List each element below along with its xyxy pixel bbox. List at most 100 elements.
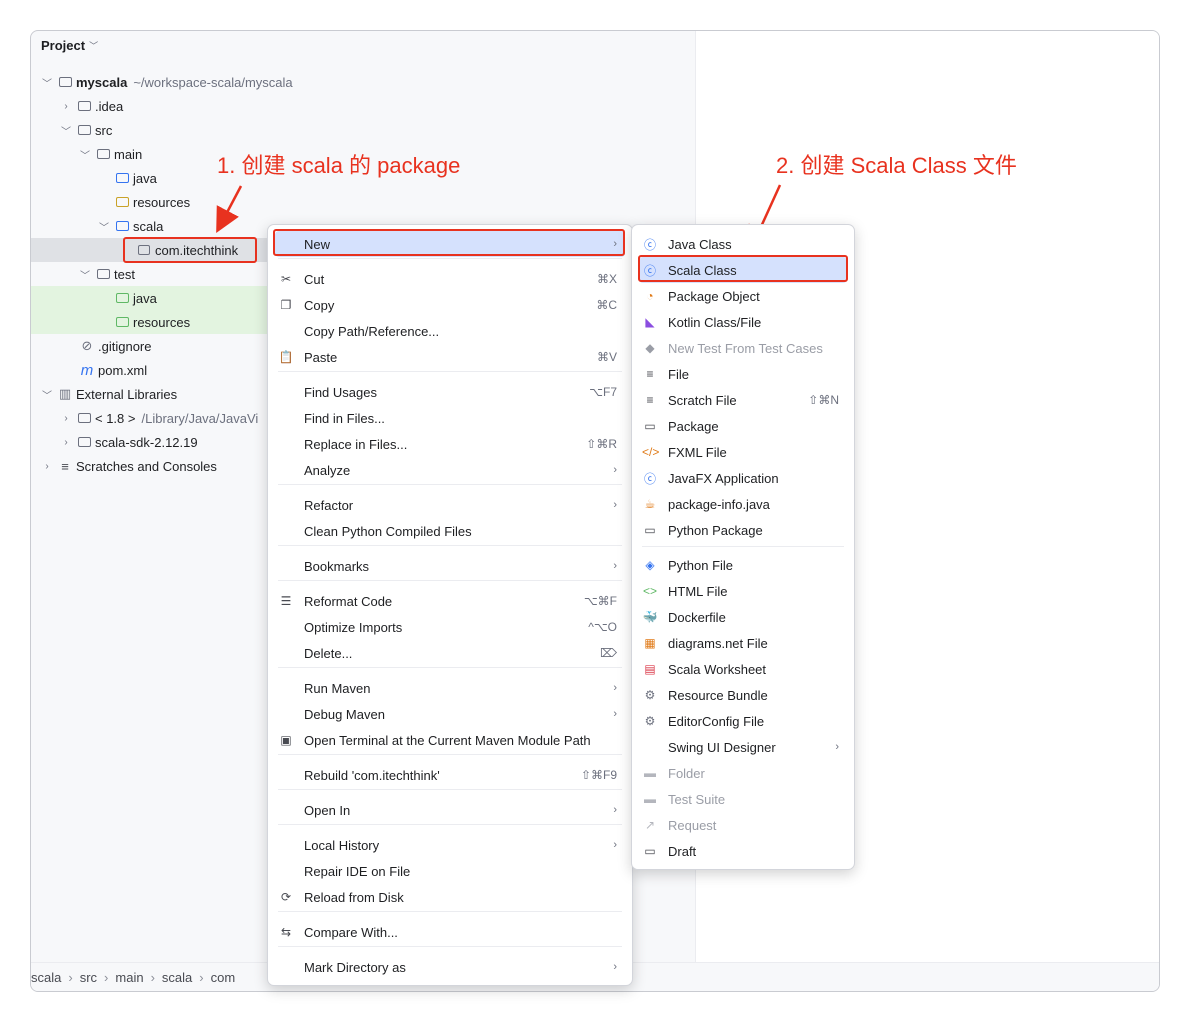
menu-item-label: Analyze xyxy=(304,462,351,478)
menu-item-bookmarks[interactable]: Bookmarks › xyxy=(275,553,625,579)
menu-separator xyxy=(278,371,622,372)
menu-item-copy[interactable]: ❐ Copy ⌘C xyxy=(275,292,625,318)
copy-icon: ❐ xyxy=(280,298,292,312)
fxml-file-icon: </> xyxy=(642,445,660,459)
submenu-item-label: diagrams.net File xyxy=(668,635,768,651)
submenu-item-package-object[interactable]: ◔ Package Object xyxy=(639,283,847,309)
submenu-item-label: Folder xyxy=(668,765,705,781)
submenu-item-html-file[interactable]: <> HTML File xyxy=(639,578,847,604)
submenu-item-label: Python Package xyxy=(668,522,763,538)
menu-item-rebuild-com-itechthink[interactable]: Rebuild 'com.itechthink' ⇧⌘F9 xyxy=(275,762,625,788)
submenu-item-dockerfile[interactable]: 🐳 Dockerfile xyxy=(639,604,847,630)
menu-item-open-in[interactable]: Open In › xyxy=(275,797,625,823)
menu-item-label: Open Terminal at the Current Maven Modul… xyxy=(304,732,591,748)
submenu-item-diagrams-net-file[interactable]: ▦ diagrams.net File xyxy=(639,630,847,656)
shortcut-label: ⌥F7 xyxy=(589,385,617,399)
menu-item-label: Mark Directory as xyxy=(304,959,406,975)
submenu-item-label: Package Object xyxy=(668,288,760,304)
menu-item-compare-with[interactable]: ⇆ Compare With... xyxy=(275,919,625,945)
editorconfig-file-icon: ⚙ xyxy=(644,714,656,728)
menu-item-reload-from-disk[interactable]: ⟳ Reload from Disk xyxy=(275,884,625,910)
submenu-item-package-info-java[interactable]: ☕ package-info.java xyxy=(639,491,847,517)
new-test-from-test-cases-icon: ◆ xyxy=(645,341,655,355)
menu-item-delete[interactable]: Delete... ⌦ xyxy=(275,640,625,666)
python-file-icon: ◈ xyxy=(645,558,655,572)
submenu-item-resource-bundle[interactable]: ⚙ Resource Bundle xyxy=(639,682,847,708)
submenu-item-python-file[interactable]: ◈ Python File xyxy=(639,552,847,578)
submenu-item-label: Draft xyxy=(668,843,697,859)
submenu-item-javafx-application[interactable]: ⓒ JavaFX Application xyxy=(639,465,847,491)
menu-item-optimize-imports[interactable]: Optimize Imports ^⌥O xyxy=(275,614,625,640)
menu-item-cut[interactable]: ✂ Cut ⌘X xyxy=(275,266,625,292)
submenu-item-java-class[interactable]: ⓒ Java Class xyxy=(639,231,847,257)
menu-item-paste[interactable]: 📋 Paste ⌘V xyxy=(275,344,625,370)
submenu-item-label: Java Class xyxy=(668,236,732,252)
shortcut-label: ⇧⌘N xyxy=(808,393,839,407)
menu-item-run-maven[interactable]: Run Maven › xyxy=(275,675,625,701)
menu-separator xyxy=(278,484,622,485)
menu-item-label: Compare With... xyxy=(304,924,398,940)
javafx-application-icon: ⓒ xyxy=(643,471,656,486)
menu-item-label: Find Usages xyxy=(304,384,377,400)
menu-item-analyze[interactable]: Analyze › xyxy=(275,457,625,483)
menu-item-find-usages[interactable]: Find Usages ⌥F7 xyxy=(275,379,625,405)
menu-item-label: Reformat Code xyxy=(304,593,393,609)
menu-separator xyxy=(278,545,622,546)
menu-item-copy-path-reference[interactable]: Copy Path/Reference... xyxy=(275,318,625,344)
shortcut-label: ⇧⌘R xyxy=(586,437,617,451)
menu-item-label: Copy xyxy=(304,297,335,313)
submenu-item-label: Test Suite xyxy=(668,791,726,807)
menu-item-open-terminal-at-the-current-maven-module-path[interactable]: ▣ Open Terminal at the Current Maven Modu… xyxy=(275,727,625,753)
submenu-item-package[interactable]: ▭ Package xyxy=(639,413,847,439)
menu-item-find-in-files[interactable]: Find in Files... xyxy=(275,405,625,431)
submenu-item-label: Package xyxy=(668,418,719,434)
test-suite-icon: ▬ xyxy=(644,792,656,806)
highlight-box-scala-class xyxy=(638,255,848,282)
menu-item-reformat-code[interactable]: ☰ Reformat Code ⌥⌘F xyxy=(275,588,625,614)
submenu-item-test-suite: ▬ Test Suite xyxy=(639,786,847,812)
menu-item-mark-directory-as[interactable]: Mark Directory as › xyxy=(275,954,625,980)
submenu-item-label: Swing UI Designer xyxy=(668,739,776,755)
submenu-item-label: New Test From Test Cases xyxy=(668,340,823,356)
menu-item-label: Debug Maven xyxy=(304,706,385,722)
submenu-item-draft[interactable]: ▭ Draft xyxy=(639,838,847,864)
menu-item-label: Bookmarks xyxy=(304,558,370,574)
chevron-right-icon: › xyxy=(613,961,617,973)
file-icon: ≡ xyxy=(646,367,654,381)
arrow-step1 xyxy=(216,185,243,234)
submenu-item-fxml-file[interactable]: </> FXML File xyxy=(639,439,847,465)
java-class-icon: ⓒ xyxy=(643,237,656,252)
submenu-item-kotlin-class-file[interactable]: ◣ Kotlin Class/File xyxy=(639,309,847,335)
request-icon: ↗ xyxy=(644,818,656,832)
submenu-item-python-package[interactable]: ▭ Python Package xyxy=(639,517,847,543)
package-info-java-icon: ☕ xyxy=(644,497,656,511)
submenu-item-label: Scala Worksheet xyxy=(668,661,767,677)
submenu-item-folder: ▬ Folder xyxy=(639,760,847,786)
compare-with-icon: ⇆ xyxy=(280,925,292,939)
menu-item-replace-in-files[interactable]: Replace in Files... ⇧⌘R xyxy=(275,431,625,457)
submenu-item-label: Dockerfile xyxy=(668,609,726,625)
draft-icon: ▭ xyxy=(644,844,656,858)
reload-from-disk-icon: ⟳ xyxy=(280,890,292,904)
chevron-right-icon: › xyxy=(613,464,617,476)
submenu-item-file[interactable]: ≡ File xyxy=(639,361,847,387)
menu-item-clean-python-compiled-files[interactable]: Clean Python Compiled Files xyxy=(275,518,625,544)
menu-item-debug-maven[interactable]: Debug Maven › xyxy=(275,701,625,727)
submenu-item-swing-ui-designer[interactable]: Swing UI Designer › xyxy=(639,734,847,760)
submenu-item-label: EditorConfig File xyxy=(668,713,765,729)
menu-item-label: Find in Files... xyxy=(304,410,385,426)
menu-item-label: Delete... xyxy=(304,645,353,661)
menu-item-repair-ide-on-file[interactable]: Repair IDE on File xyxy=(275,858,625,884)
scala-worksheet-icon: ▤ xyxy=(644,662,656,676)
shortcut-label: ^⌥O xyxy=(588,620,617,634)
menu-item-local-history[interactable]: Local History › xyxy=(275,832,625,858)
reformat-code-icon: ☰ xyxy=(280,594,292,608)
submenu-item-editorconfig-file[interactable]: ⚙ EditorConfig File xyxy=(639,708,847,734)
submenu-item-scala-worksheet[interactable]: ▤ Scala Worksheet xyxy=(639,656,847,682)
highlight-box-new xyxy=(273,229,625,256)
open-terminal-at-the-current-maven-module-path-icon: ▣ xyxy=(280,733,292,747)
menu-separator xyxy=(278,789,622,790)
submenu-item-scratch-file[interactable]: ≡ Scratch File ⇧⌘N xyxy=(639,387,847,413)
menu-item-refactor[interactable]: Refactor › xyxy=(275,492,625,518)
resource-bundle-icon: ⚙ xyxy=(644,688,656,702)
